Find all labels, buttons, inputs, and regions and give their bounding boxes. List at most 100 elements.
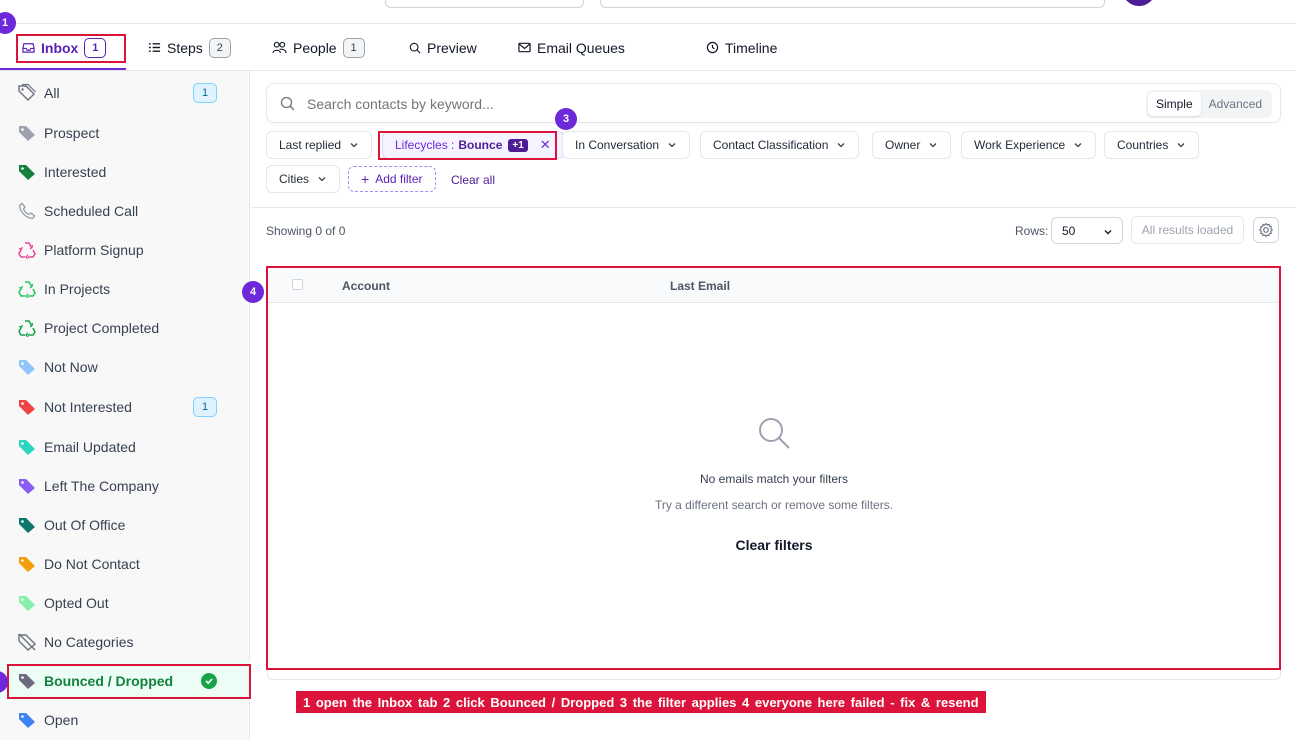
filter-label: Cities [279,172,310,186]
search-icon [280,96,295,116]
phone-icon [17,201,37,221]
filter-label: In Conversation [575,138,660,152]
sidebar-item-opted-out[interactable]: Opted Out [0,583,250,622]
results-count: Showing 0 of 0 [266,224,346,238]
sidebar-item-left-the-company[interactable]: Left The Company [0,466,250,505]
tab-preview[interactable]: Preview [409,25,477,70]
filter-contact-classification[interactable]: Contact Classification [700,131,860,159]
sidebar-item-label: Left The Company [44,477,159,494]
search-input[interactable] [307,95,1007,113]
sidebar-item-label: Project Completed [44,319,160,336]
chevron-down-icon [350,143,358,148]
filter-label: Owner [885,138,921,152]
filter-countries[interactable]: Countries [1104,131,1200,159]
tag-icon [17,593,37,613]
count-badge: 1 [193,82,217,103]
sidebar-item-prospect[interactable]: Prospect [0,113,250,152]
sidebar-item-platform-signup[interactable]: Platform Signup [0,230,250,269]
tag-icon [17,437,37,457]
sidebar-item-no-categories[interactable]: No Categories [0,622,250,661]
rows-label: Rows: [1015,224,1049,238]
mode-simple-button[interactable]: Simple [1147,92,1201,116]
sidebar-item-in-projects[interactable]: In Projects [0,269,250,308]
tab-label: Email Queues [537,39,625,56]
avatar[interactable] [1122,0,1156,6]
all-results-loaded-button: All results loaded [1131,216,1244,244]
tab-people[interactable]: People 1 [272,25,365,70]
highlight-bounced-item [7,664,251,699]
mode-advanced-button[interactable]: Advanced [1201,92,1270,116]
tab-steps[interactable]: Steps 2 [148,25,231,70]
sidebar-item-interested[interactable]: Interested [0,152,250,191]
tag-icon [17,554,37,574]
sidebar-item-do-not-contact[interactable]: Do Not Contact [0,544,250,583]
tag-icon [17,123,37,143]
instruction-caption: 1 open the Inbox tab 2 click Bounced / D… [296,691,986,713]
sidebar-item-label: All [44,84,60,101]
search-bar: Simple Advanced [266,83,1281,123]
filter-label: Last replied [279,138,342,152]
sidebar-item-label: Do Not Contact [44,555,140,572]
sidebar-item-label: Opted Out [44,594,109,611]
people-icon [272,41,287,54]
sidebar-item-not-now[interactable]: Not Now [0,347,250,386]
tab-timeline[interactable]: Timeline [706,25,777,70]
sidebar-item-email-updated[interactable]: Email Updated [0,427,250,466]
filter-owner[interactable]: Owner [872,131,952,159]
tag-icon [17,476,37,496]
chevron-down-icon [668,143,676,148]
filter-in-conversation[interactable]: In Conversation [562,131,691,159]
clear-all-link[interactable]: Clear all [451,173,495,187]
search-icon [409,42,421,54]
plus-icon: + [361,171,370,187]
top-input-left[interactable] [385,0,584,8]
settings-button[interactable] [1253,217,1279,243]
sidebar-item-open[interactable]: Open [0,700,250,739]
filter-last-replied[interactable]: Last replied [266,131,373,159]
recycle-icon [17,318,37,338]
tags-icon [17,83,37,103]
sidebar-item-scheduled-call[interactable]: Scheduled Call [0,191,250,230]
chevron-down-icon [929,143,937,148]
sidebar-item-label: Scheduled Call [44,202,139,219]
sidebar-item-label: No Categories [44,633,134,650]
sidebar-item-project-completed[interactable]: Project Completed [0,308,250,347]
tab-count: 1 [342,37,365,58]
tag-off-icon [17,632,37,652]
active-tab-indicator [0,68,126,70]
history-icon [706,41,719,54]
highlight-lifecycle-filter [378,131,557,160]
tag-icon [17,515,37,535]
gear-icon [1258,222,1274,238]
tag-icon [17,162,37,182]
step-marker-3: 3 [555,108,577,130]
chevron-down-icon [1104,230,1112,235]
sidebar-item-out-of-office[interactable]: Out Of Office [0,505,250,544]
search-mode-toggle: Simple Advanced [1145,90,1272,118]
tab-label: Steps [167,39,203,56]
list-icon [148,43,161,52]
rows-select[interactable]: 50 [1051,217,1123,244]
tab-bar: Inbox 1 Steps 2 People 1 Preview Email Q… [0,25,1296,71]
count-badge: 1 [193,396,217,417]
sidebar-item-all[interactable]: All 1 [0,73,250,112]
add-filter-button[interactable]: + Add filter [348,166,436,192]
sidebar-item-label: Email Updated [44,438,136,455]
tab-label: Timeline [725,39,778,56]
tab-label: People [293,39,337,56]
rows-value: 50 [1062,223,1076,238]
sidebar-item-label: Not Interested [44,398,132,415]
divider [251,207,1296,208]
filter-label: Contact Classification [713,138,829,152]
add-filter-label: Add filter [375,172,423,186]
tag-icon [17,397,37,417]
tag-icon [17,710,37,730]
top-input-right[interactable] [600,0,1105,8]
sidebar-item-not-interested[interactable]: Not Interested 1 [0,387,250,426]
tab-email-queues[interactable]: Email Queues [518,25,625,70]
step-marker-4: 4 [242,281,264,303]
filter-cities[interactable]: Cities [266,165,341,193]
sidebar-item-label: In Projects [44,280,111,297]
filter-work-experience[interactable]: Work Experience [961,131,1097,159]
filter-label: Work Experience [974,138,1066,152]
